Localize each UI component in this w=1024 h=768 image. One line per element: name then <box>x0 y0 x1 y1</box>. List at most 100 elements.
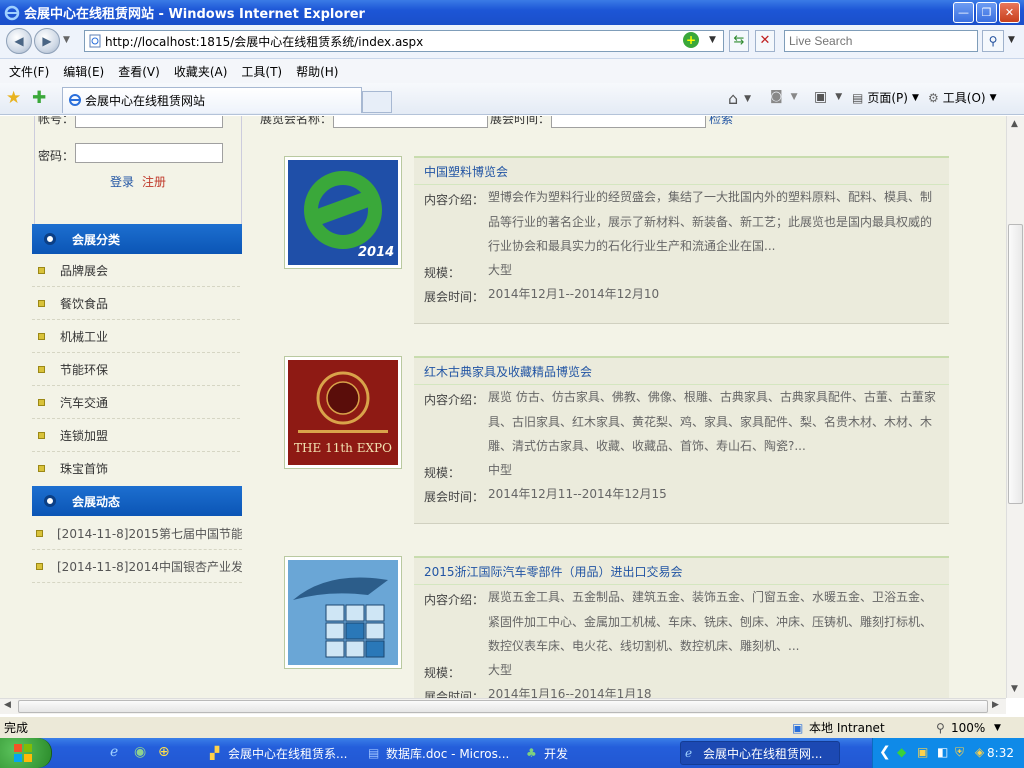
clock[interactable]: 8:32 <box>987 746 1014 760</box>
tray-app-icon[interactable]: ▣ <box>917 745 928 759</box>
feeds-icon[interactable]: ◙ ▼ <box>770 89 798 104</box>
category-item[interactable]: 珠宝首饰 <box>32 452 240 485</box>
tray-shield-icon[interactable]: ◈ <box>975 745 984 759</box>
menu-edit[interactable]: 编辑(E) <box>63 63 104 80</box>
quicklaunch-ie-icon[interactable]: ℯ <box>110 744 118 760</box>
tools-menu[interactable]: ⚙ 工具(O) ▼ <box>928 89 997 106</box>
back-button[interactable]: ◀ <box>6 28 32 54</box>
quicklaunch-app-icon[interactable]: ◉ <box>134 744 146 760</box>
search-options-icon[interactable]: ▼ <box>1008 35 1015 45</box>
zoom-dropdown-icon[interactable]: ▼ <box>994 723 1001 733</box>
tray-volume-icon[interactable]: ◧ <box>937 745 948 759</box>
scroll-up-icon[interactable]: ▲ <box>1011 119 1018 129</box>
favorites-star-icon[interactable]: ★ <box>6 88 21 108</box>
start-button[interactable] <box>0 738 52 768</box>
category-item[interactable]: 品牌展会 <box>32 254 240 287</box>
add-favorite-icon[interactable]: ✚ <box>32 88 46 108</box>
tab-current[interactable]: 会展中心在线租赁网站 <box>62 87 362 113</box>
tray-network-icon[interactable]: ◆ <box>897 745 906 759</box>
compat-icon[interactable]: + <box>683 32 699 48</box>
search-time-input[interactable] <box>551 116 706 128</box>
intro-text: 展览五金工具、五金制品、建筑五金、装饰五金、门窗五金、水暖五金、卫浴五金、紧固件… <box>488 590 933 653</box>
expo-title[interactable]: 中国塑料博览会 <box>424 163 508 180</box>
expo-image[interactable] <box>284 556 402 669</box>
window-titlebar: 会展中心在线租赁网站 - Windows Internet Explorer <box>0 0 1024 25</box>
category-label: 珠宝首饰 <box>60 462 109 476</box>
scroll-down-icon[interactable]: ▼ <box>1011 684 1018 694</box>
windows-logo-icon <box>14 744 32 762</box>
task-label: 会展中心在线租赁网... <box>703 746 823 761</box>
search-icon[interactable]: ⚲ <box>982 30 1004 52</box>
intranet-icon: ▣ <box>792 720 804 735</box>
news-label: [2014-11-8]2015第七届中国节能... <box>57 526 242 541</box>
news-item[interactable]: [2014-11-8]2015第七届中国节能... <box>32 517 242 550</box>
menu-view[interactable]: 查看(V) <box>118 63 160 80</box>
scroll-thumb[interactable] <box>18 700 988 713</box>
menu-tools[interactable]: 工具(T) <box>241 63 282 80</box>
expo-card: 2015浙江国际汽车零部件（用品）进出口交易会 内容介绍： 展览五金工具、五金制… <box>284 556 949 698</box>
menu-help[interactable]: 帮助(H) <box>296 63 338 80</box>
forward-button[interactable]: ▶ <box>34 28 60 54</box>
print-icon[interactable]: ▣ ▼ <box>814 89 842 105</box>
news-item[interactable]: [2014-11-8]2014中国银杏产业发... <box>32 550 242 583</box>
search-time-label: 展会时间： <box>490 116 551 126</box>
taskbar-item-active[interactable]: ℯ 会展中心在线租赁网... <box>680 741 840 765</box>
zoom-text[interactable]: 100% <box>951 721 985 735</box>
category-item[interactable]: 餐饮食品 <box>32 287 240 320</box>
url-text: http://localhost:1815/会展中心在线租赁系统/index.a… <box>105 34 424 49</box>
category-item[interactable]: 连锁加盟 <box>32 419 240 452</box>
url-dropdown-icon[interactable]: ▼ <box>709 35 716 45</box>
intro-text: 展览 仿古、仿古家具、佛教、佛像、根雕、古典家具、古典家具配件、古董、古董家具、… <box>488 390 936 453</box>
url-field[interactable]: http://localhost:1815/会展中心在线租赁系统/index.a… <box>84 30 724 52</box>
folder-icon: ♣ <box>526 746 537 760</box>
tools-menu-label: 工具(O) <box>942 91 986 105</box>
close-button[interactable]: ✕ <box>999 2 1020 23</box>
expo-title[interactable]: 2015浙江国际汽车零部件（用品）进出口交易会 <box>424 563 683 580</box>
register-link[interactable]: 注册 <box>142 173 166 190</box>
maximize-button[interactable]: ❐ <box>976 2 997 23</box>
quicklaunch-add-icon[interactable]: ⊕ <box>158 744 170 760</box>
horizontal-scrollbar[interactable]: ◀ ▶ <box>0 698 1006 714</box>
refresh-icon[interactable]: ⇆ <box>729 30 749 52</box>
expo-image[interactable]: 2014 <box>284 156 402 269</box>
login-link[interactable]: 登录 <box>110 173 134 190</box>
zone-text[interactable]: 本地 Intranet <box>809 719 885 736</box>
taskbar-item[interactable]: ♣ 开发 <box>522 741 674 765</box>
expo-logo-icon: 2014 <box>288 160 398 265</box>
ie-icon <box>4 5 20 20</box>
menu-file[interactable]: 文件(F) <box>9 63 49 80</box>
bullet-icon <box>36 563 43 570</box>
taskbar-item[interactable]: ▞ 会展中心在线租赁系... <box>206 741 358 765</box>
intro-label: 内容介绍： <box>424 593 485 607</box>
stop-icon[interactable]: ✕ <box>755 30 775 52</box>
search-input[interactable] <box>784 30 978 52</box>
tray-expand-icon[interactable]: ❮ <box>879 744 891 760</box>
home-icon[interactable]: ⌂ ▼ <box>728 89 751 108</box>
search-name-input[interactable] <box>333 116 488 128</box>
intro-label: 内容介绍： <box>424 193 485 207</box>
expo-title[interactable]: 红木古典家具及收藏精品博览会 <box>424 363 592 380</box>
category-item[interactable]: 汽车交通 <box>32 386 240 419</box>
page-menu-icon: ▤ <box>852 90 864 105</box>
time-value: 2014年1月16--2014年1月18 <box>488 687 652 698</box>
tray-security-icon[interactable]: ⛨ <box>955 745 964 760</box>
category-item[interactable]: 机械工业 <box>32 320 240 353</box>
expo-image[interactable]: THE 11th EXPO <box>284 356 402 469</box>
expo-image-text: 2014 <box>358 245 394 260</box>
taskbar-item[interactable]: ▤ 数据库.doc - Micros... <box>364 741 516 765</box>
scroll-left-icon[interactable]: ◀ <box>4 700 11 710</box>
page-menu[interactable]: ▤ 页面(P) ▼ <box>852 89 919 106</box>
password-input[interactable] <box>75 143 223 163</box>
scroll-thumb[interactable] <box>1008 224 1023 504</box>
account-input[interactable] <box>75 116 223 128</box>
category-label: 连锁加盟 <box>60 428 109 443</box>
history-dropdown-icon[interactable]: ▼ <box>63 35 70 45</box>
minimize-button[interactable]: — <box>953 2 974 23</box>
vertical-scrollbar[interactable]: ▲ ▼ <box>1006 116 1024 698</box>
bullet-icon <box>38 399 45 406</box>
search-button[interactable]: 检索 <box>709 116 733 127</box>
category-item[interactable]: 节能环保 <box>32 353 240 386</box>
scroll-right-icon[interactable]: ▶ <box>992 700 999 710</box>
menu-favorites[interactable]: 收藏夹(A) <box>174 63 228 80</box>
new-tab-button[interactable] <box>362 91 392 113</box>
